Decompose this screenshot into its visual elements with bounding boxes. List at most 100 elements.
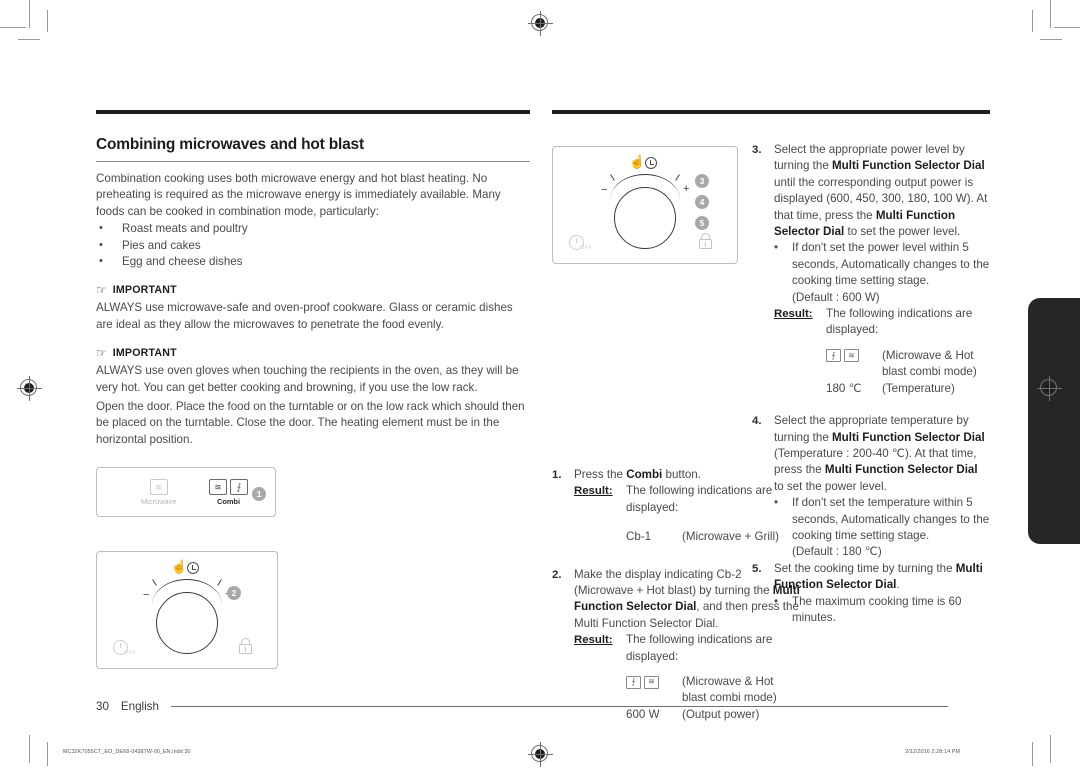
microwave-key: ≋ Microwave <box>141 479 176 506</box>
page-footer: 30 English <box>96 700 948 713</box>
crop-mark-tl2-h <box>18 39 40 40</box>
display-note-line1: (Microwave & Hot <box>882 348 974 362</box>
bullet-dot: • <box>774 241 779 255</box>
display-note-line1: (Microwave & Hot <box>682 675 774 689</box>
sub-bullet: • If don't set the power level within 5 … <box>774 240 990 289</box>
left-column: Combining microwaves and hot blast Combi… <box>96 110 530 670</box>
default-note: (Default : 180 ℃) <box>792 545 882 559</box>
result-label: Result: <box>574 634 613 647</box>
list-item: Egg and cheese dishes <box>96 253 530 270</box>
step-text-bold: Multi Function Selector Dial <box>824 463 978 477</box>
control-panel-keys-illustration: ≋ Microwave ≋ ⨍ Combi 1 <box>96 467 276 518</box>
multi-function-selector-dial[interactable] <box>614 187 676 249</box>
hot-blast-icon: ⨍ <box>230 479 248 496</box>
result-label: Result: <box>774 308 813 321</box>
important-text-3: Open the door. Place the food on the tur… <box>96 400 525 446</box>
lock-icon[interactable] <box>699 233 712 249</box>
print-filename: MC32K7055CT_EO_DE68-04387W-00_EN.indd 30 <box>63 749 191 755</box>
step-badge-1: 1 <box>252 487 266 502</box>
combi-key: ≋ ⨍ Combi <box>209 479 248 506</box>
crop-mark-tl-h <box>0 27 26 28</box>
power-off-knob[interactable]: OFF <box>569 235 592 251</box>
display-note: (Temperature) <box>882 381 955 395</box>
middle-column: ☝ − + OFF 3 4 5 1. Press the Combi butto… <box>552 110 990 723</box>
display-value: Cb-1 <box>626 530 652 544</box>
step-text: Set the cooking time by turning the Mult… <box>774 561 990 627</box>
page-title: Combining microwaves and hot blast <box>96 136 364 153</box>
step-text-bold: Combi <box>626 468 663 481</box>
important-text-2: ALWAYS use oven gloves when touching the… <box>96 364 519 394</box>
sub-bullet: • The maximum cooking time is 60 minutes… <box>774 594 990 627</box>
pointing-hand-icon: ☞ <box>96 346 107 361</box>
crop-mark-bl-v <box>29 735 30 763</box>
registration-mark-bottom <box>528 742 553 767</box>
crop-mark-tr-h <box>1054 27 1080 28</box>
step-text-bold: Multi Function Selector Dial <box>832 159 985 173</box>
clock-icon <box>187 562 199 575</box>
result-text: The following indications are displayed: <box>826 307 973 337</box>
chapter-thumb-tab <box>1028 298 1080 544</box>
crop-mark-tl2-v <box>47 10 48 32</box>
step-number: 1. <box>552 469 562 481</box>
step-number: 4. <box>752 415 762 428</box>
crop-mark-tr2-v <box>1032 10 1033 32</box>
hand-press-icon: ☝ <box>629 154 646 169</box>
intro-paragraph: Combination cooking uses both microwave … <box>96 172 501 218</box>
list-item: Pies and cakes <box>96 237 530 254</box>
step-badge-4: 4 <box>695 195 709 209</box>
sub-bullet-text: The maximum cooking time is 60 minutes. <box>792 594 962 624</box>
step-list-right: 3. Select the appropriate power level by… <box>752 142 990 626</box>
list-item: Roast meats and poultry <box>96 220 530 237</box>
step-text: Select the appropriate temperature by tu… <box>774 413 990 561</box>
sub-bullet-text: If don't set the temperature within 5 se… <box>792 496 990 542</box>
bullet-dot: • <box>774 496 779 510</box>
step-badge-3: 3 <box>695 174 709 188</box>
off-knob-label: OFF <box>580 245 592 251</box>
default-note: (Default : 600 W) <box>792 290 880 304</box>
lock-icon[interactable] <box>239 638 252 655</box>
step-text-part: to set the power level. <box>774 479 887 493</box>
pointing-hand-icon: ☞ <box>96 283 107 298</box>
microwave-key-label: Microwave <box>141 497 177 507</box>
page-language: English <box>120 700 159 713</box>
display-icon-row: ⨍ ≋ (Microwave & Hot blast combi mode) <box>774 348 990 381</box>
important-text-1: ALWAYS use microwave-safe and oven-proof… <box>96 301 513 331</box>
step-4: 4. Select the appropriate temperature by… <box>752 413 990 561</box>
print-frame-right <box>1032 742 1033 766</box>
lock-body <box>239 644 252 655</box>
food-type-list: Roast meats and poultry Pies and cakes E… <box>96 220 530 270</box>
step-text-part: button. <box>662 468 701 481</box>
right-column: 3. Select the appropriate power level by… <box>752 142 990 626</box>
sub-bullet: • If don't set the temperature within 5 … <box>774 495 990 544</box>
title-underline <box>96 161 530 162</box>
display-note-line2: blast combi mode) <box>882 365 977 379</box>
registration-mark-right <box>1037 376 1062 401</box>
important-label: IMPORTANT <box>112 347 177 360</box>
step-badge-2: 2 <box>227 586 241 601</box>
microwave-wave-icon: ≋ <box>149 479 168 496</box>
power-off-knob[interactable]: OFF <box>113 640 136 656</box>
step-5: 5. Set the cooking time by turning the M… <box>752 561 990 627</box>
microwave-wave-icon: ≋ <box>209 479 227 496</box>
microwave-wave-icon: ≋ <box>844 349 859 363</box>
result-text: The following indications are displayed: <box>626 633 773 663</box>
footer-rule <box>170 706 948 707</box>
step-number: 5. <box>752 562 762 575</box>
off-knob-label: OFF <box>124 650 136 657</box>
result-block: Result: The following indications are di… <box>774 306 990 339</box>
microwave-wave-icon: ≋ <box>644 675 659 689</box>
registration-mark-left <box>17 376 42 401</box>
display-mode-icons: ⨍ ≋ <box>826 348 882 381</box>
result-block: Result: The following indications are di… <box>574 632 800 665</box>
display-note: (Microwave & Hot blast combi mode) <box>882 348 990 381</box>
control-panel-dial-illustration-1: ☝ − + OFF 2 <box>96 551 278 670</box>
print-frame-left <box>47 742 48 766</box>
clock-icon <box>645 157 657 169</box>
step-text-bold: Multi Function Selector Dial <box>832 430 985 444</box>
crop-mark-tr2-h <box>1040 39 1062 40</box>
bullet-dot: • <box>774 594 779 608</box>
multi-function-selector-dial[interactable] <box>156 592 218 655</box>
hot-blast-icon: ⨍ <box>826 349 841 363</box>
step-3: 3. Select the appropriate power level by… <box>752 142 990 397</box>
step-text-part: . <box>896 578 900 592</box>
